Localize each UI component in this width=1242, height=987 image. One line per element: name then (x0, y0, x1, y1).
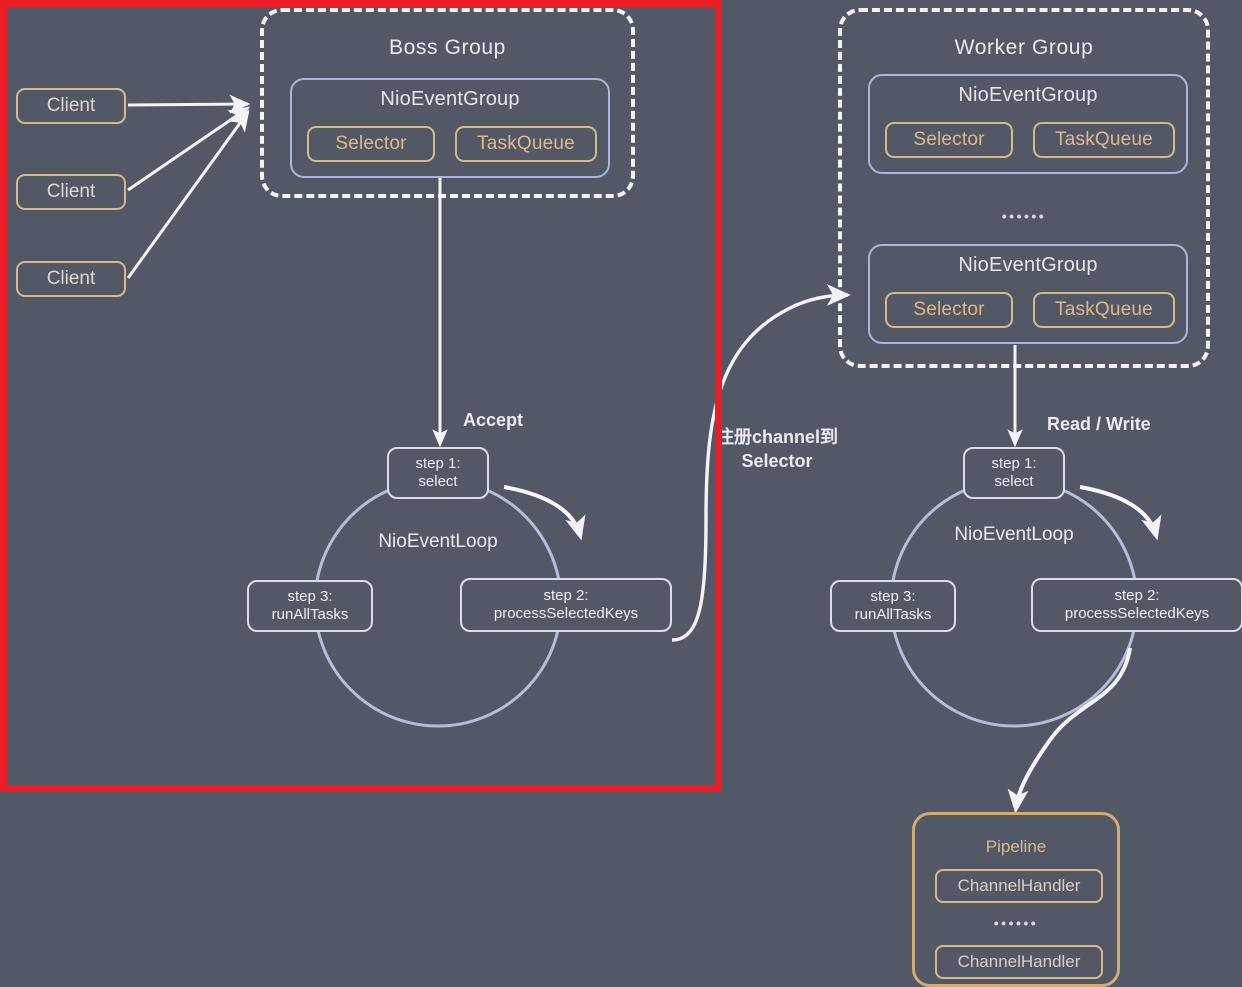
worker-taskqueue-chip-2[interactable]: TaskQueue (1033, 292, 1175, 328)
step-line-1: step 3: (870, 588, 916, 606)
accept-label: Accept (463, 410, 524, 430)
worker-taskqueue-label: TaskQueue (1055, 129, 1153, 150)
boss-step-2[interactable]: step 2: processSelectedKeys (460, 578, 672, 632)
boss-selector-label: Selector (335, 133, 407, 154)
step-line-1: step 3: (287, 588, 333, 606)
worker-taskqueue-chip-1[interactable]: TaskQueue (1033, 122, 1175, 158)
boss-taskqueue-label: TaskQueue (477, 133, 575, 154)
worker-selector-label: Selector (913, 299, 985, 320)
boss-step1-to-step2-arrow (503, 485, 586, 541)
worker-step2-to-pipeline-arrow (1007, 647, 1132, 814)
channel-handler-chip-2[interactable]: ChannelHandler (935, 945, 1103, 979)
step-line-2: runAllTasks (271, 606, 349, 623)
step-line-2: processSelectedKeys (1064, 605, 1210, 622)
worker-nio-event-group-1: NioEventGroup Selector TaskQueue (868, 74, 1188, 174)
worker-selector-chip-2[interactable]: Selector (885, 292, 1013, 328)
boss-loop-label: NioEventLoop (378, 531, 498, 552)
step-line-1: step 1: (415, 455, 461, 473)
client-box-1[interactable]: Client (16, 88, 126, 124)
step-line-1: step 1: (991, 455, 1037, 473)
pipeline-title: Pipeline (985, 837, 1047, 856)
client-label: Client (46, 95, 96, 116)
worker-step-1[interactable]: step 1: select (963, 447, 1065, 499)
channel-handler-chip-1[interactable]: ChannelHandler (935, 869, 1103, 903)
boss-selector-chip[interactable]: Selector (307, 126, 435, 162)
read-write-label: Read / Write (1047, 414, 1151, 434)
worker-nio-event-group-title: NioEventGroup (958, 84, 1098, 106)
boss-step-3[interactable]: step 3: runAllTasks (247, 580, 373, 632)
boss-nio-event-group: NioEventGroup Selector TaskQueue (290, 78, 610, 178)
worker-selector-label: Selector (913, 129, 985, 150)
worker-taskqueue-label: TaskQueue (1055, 299, 1153, 320)
step-line-2: processSelectedKeys (493, 605, 639, 622)
channel-handler-label: ChannelHandler (957, 876, 1081, 895)
client-box-2[interactable]: Client (16, 174, 126, 210)
worker-loop-label: NioEventLoop (954, 524, 1074, 545)
client-label: Client (46, 268, 96, 289)
boss-step-1[interactable]: step 1: select (387, 447, 489, 499)
worker-step-3[interactable]: step 3: runAllTasks (830, 580, 956, 632)
step-line-2: select (418, 473, 458, 490)
step-line-2: runAllTasks (854, 606, 932, 623)
worker-nio-event-group-2: NioEventGroup Selector TaskQueue (868, 244, 1188, 344)
step-line-2: select (994, 473, 1034, 490)
pipeline-box: Pipeline ChannelHandler •••••• ChannelHa… (912, 812, 1120, 987)
pipeline-ellipsis: •••••• (993, 915, 1039, 931)
client-box-3[interactable]: Client (16, 261, 126, 297)
register-channel-label: 注册channel到 Selector (697, 425, 857, 474)
worker-nio-event-group-title: NioEventGroup (958, 254, 1098, 276)
client-to-boss-arrows (126, 94, 251, 279)
client-label: Client (46, 181, 96, 202)
channel-handler-label: ChannelHandler (957, 952, 1081, 971)
worker-group: Worker Group NioEventGroup Selector Task… (838, 8, 1210, 368)
boss-group: Boss Group NioEventGroup Selector TaskQu… (260, 8, 635, 198)
worker-group-ellipsis: •••••• (1001, 208, 1047, 224)
boss-group-title: Boss Group (389, 36, 506, 59)
worker-step-2[interactable]: step 2: processSelectedKeys (1031, 578, 1242, 632)
register-channel-line-1: 注册channel到 (715, 427, 839, 447)
worker-selector-chip-1[interactable]: Selector (885, 122, 1013, 158)
step-line-1: step 2: (543, 587, 589, 605)
step-line-1: step 2: (1114, 587, 1160, 605)
worker-group-title: Worker Group (954, 36, 1094, 59)
boss-taskqueue-chip[interactable]: TaskQueue (455, 126, 597, 162)
register-channel-line-2: Selector (741, 451, 813, 472)
boss-nio-event-group-title: NioEventGroup (380, 88, 520, 110)
diagram-canvas: Client Client Client Boss Group NioEvent… (0, 0, 1242, 987)
